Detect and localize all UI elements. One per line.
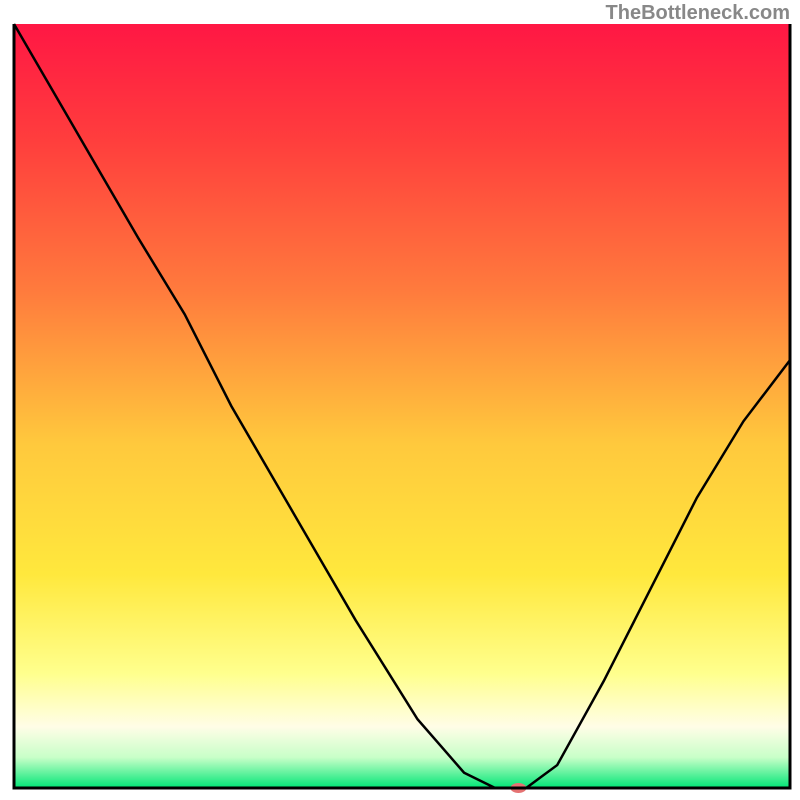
watermark-text: TheBottleneck.com <box>606 2 790 25</box>
chart-container: TheBottleneck.com <box>0 0 800 800</box>
plot-background <box>14 24 790 788</box>
bottleneck-chart <box>0 0 800 800</box>
